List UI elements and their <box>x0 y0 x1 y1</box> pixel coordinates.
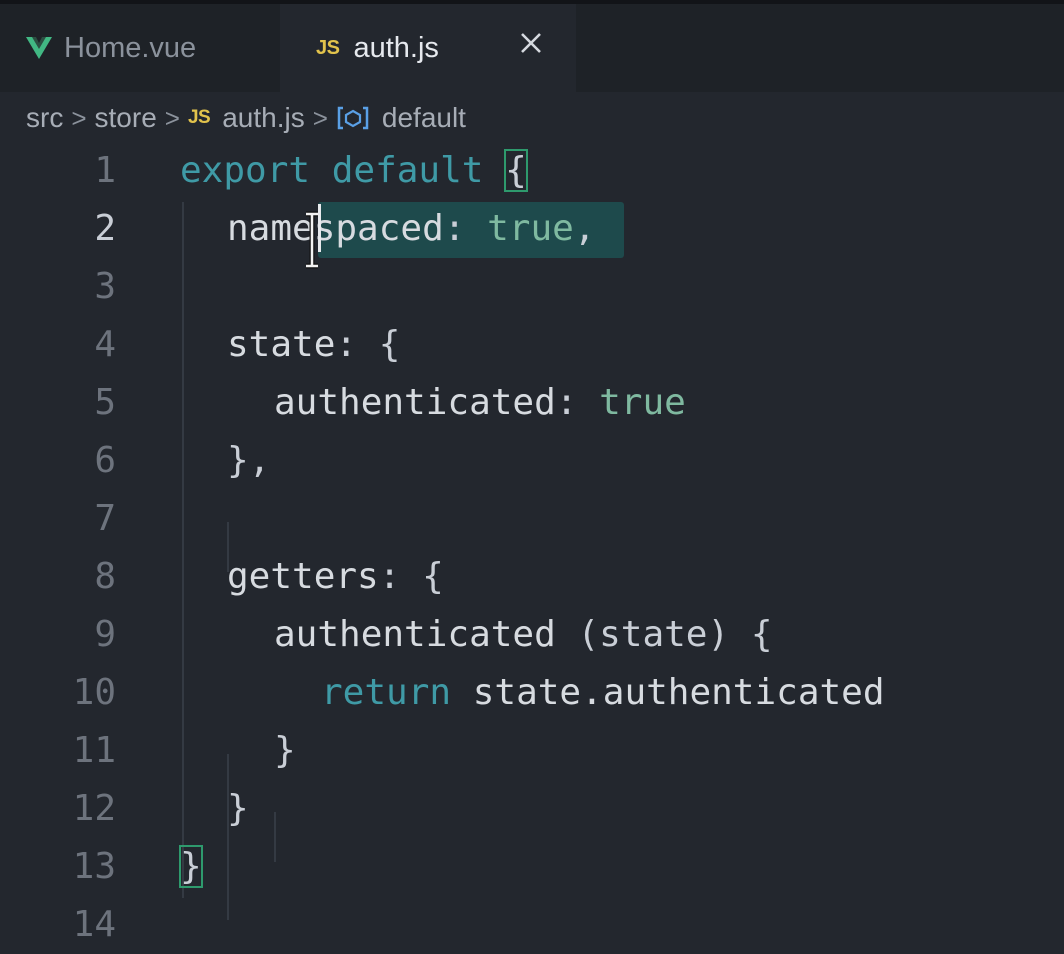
code-line[interactable]: export default { <box>180 142 528 200</box>
code-token: default <box>331 150 484 191</box>
symbol-variable-icon <box>337 106 369 130</box>
breadcrumb-item-symbol[interactable]: default <box>382 102 466 134</box>
breadcrumb-item-store[interactable]: store <box>95 102 157 134</box>
code-token: }, <box>227 440 271 481</box>
tab-auth-js[interactable]: JS auth.js <box>280 4 576 92</box>
code-token: state <box>227 324 336 365</box>
vue-icon <box>26 37 52 59</box>
code-token: getters <box>227 556 379 597</box>
code-line[interactable]: authenticated: true <box>274 374 686 432</box>
breadcrumb-separator: > <box>164 102 180 133</box>
code-token: state.authenticated <box>451 672 885 713</box>
code-token: } <box>227 788 249 829</box>
code-token: return <box>321 672 452 713</box>
line-number: 9 <box>94 614 116 655</box>
js-icon: JS <box>187 107 211 128</box>
code-token: : <box>555 382 600 423</box>
js-icon: JS <box>316 36 340 59</box>
indent-guide <box>182 202 184 898</box>
line-number: 7 <box>94 498 116 539</box>
code-token: true <box>487 208 574 249</box>
line-number: 3 <box>94 266 116 307</box>
line-number: 11 <box>72 730 116 771</box>
code-token: : <box>443 208 488 249</box>
code-token: : { <box>378 556 444 597</box>
line-number: 5 <box>94 382 116 423</box>
code-line[interactable]: }, <box>227 432 270 490</box>
code-token: authenticated <box>274 614 556 655</box>
code-line[interactable]: } <box>274 722 296 780</box>
tab-bar: Home.vue JS auth.js <box>0 0 1064 92</box>
code-line[interactable]: return state.authenticated <box>321 664 885 722</box>
line-number: 2 <box>94 208 116 249</box>
code-editor[interactable]: 1 2 3 4 5 6 7 8 9 10 11 12 13 14 export default {name… <box>0 142 1064 948</box>
breadcrumb-item-file[interactable]: auth.js <box>222 102 305 134</box>
code-line[interactable]: state: { <box>227 316 400 374</box>
breadcrumb: src > store > JS auth.js > default <box>26 95 466 141</box>
line-number: 6 <box>94 440 116 481</box>
code-token: namespaced <box>227 208 444 249</box>
indent-guide <box>274 812 276 862</box>
tab-label: Home.vue <box>64 31 197 64</box>
code-token: : { <box>335 324 401 365</box>
line-number: 12 <box>72 788 116 829</box>
breadcrumb-separator: > <box>71 102 87 133</box>
code-token: true <box>599 382 686 423</box>
line-number: 1 <box>94 150 116 191</box>
tab-label: auth.js <box>353 31 439 64</box>
code-token: (state) { <box>555 614 773 655</box>
code-token: } <box>274 730 296 771</box>
line-number: 14 <box>72 904 116 945</box>
code-line[interactable]: } <box>227 780 249 838</box>
code-token: export <box>180 150 311 191</box>
code-line[interactable]: namespaced: true, <box>227 200 596 258</box>
tab-bar-empty-space[interactable] <box>576 4 1064 92</box>
code-line[interactable]: } <box>179 838 203 896</box>
line-number: 13 <box>72 846 116 887</box>
breadcrumb-item-src[interactable]: src <box>26 102 63 134</box>
line-number: 10 <box>72 672 116 713</box>
code-token: } <box>179 845 203 888</box>
breadcrumb-separator: > <box>312 102 328 133</box>
tab-home-vue[interactable]: Home.vue <box>0 4 278 92</box>
ibeam-cursor-icon <box>306 211 318 269</box>
line-number: 8 <box>94 556 116 597</box>
code-token: authenticated <box>274 382 556 423</box>
code-line[interactable]: authenticated (state) { <box>274 606 773 664</box>
code-line[interactable]: getters: { <box>227 548 444 606</box>
code-token: { <box>504 149 528 192</box>
code-token: , <box>573 208 596 249</box>
close-icon[interactable] <box>516 28 546 58</box>
line-number: 4 <box>94 324 116 365</box>
